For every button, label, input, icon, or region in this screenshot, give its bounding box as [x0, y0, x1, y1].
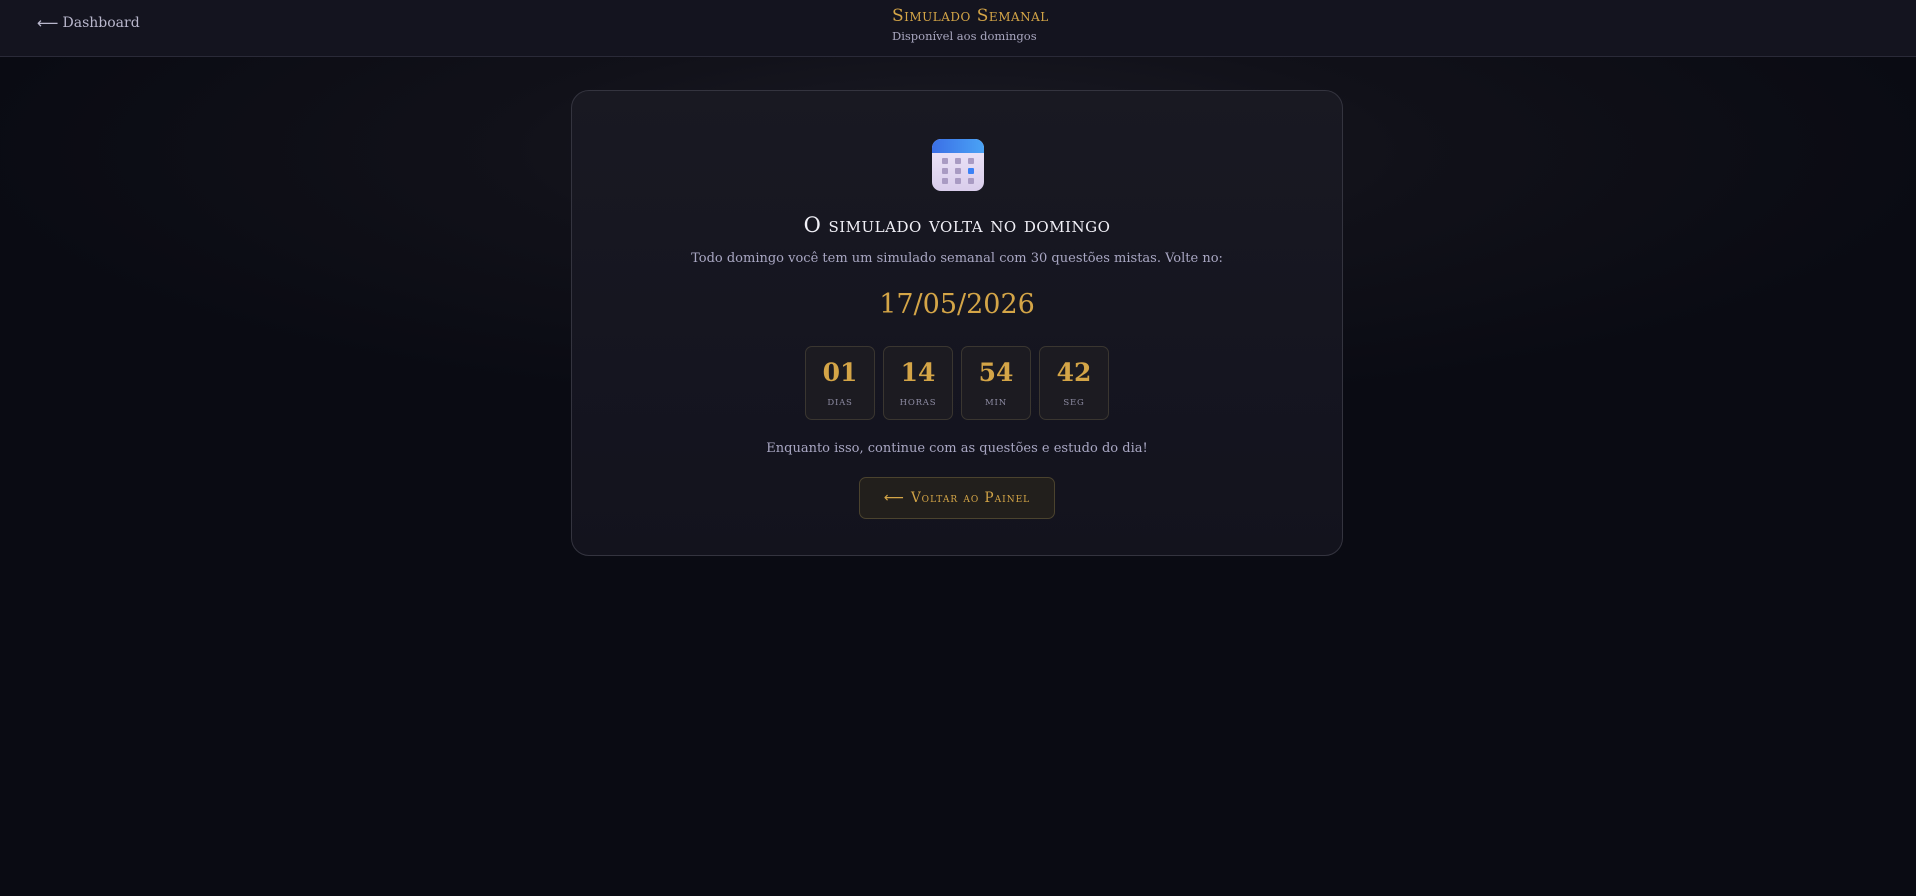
back-to-panel-button[interactable]: ⟵ Voltar ao Painel	[859, 477, 1055, 519]
countdown-hours: 14 HORAS	[883, 346, 953, 420]
header-title-group: Simulado Semanal Disponível aos domingos	[892, 5, 1049, 44]
countdown-seconds: 42 SEG	[1039, 346, 1109, 420]
page-title: Simulado Semanal	[892, 6, 1049, 26]
arrow-left-icon: ⟵	[883, 490, 905, 506]
countdown-label: SEG	[1063, 398, 1085, 408]
card-note: Enquanto isso, continue com as questões …	[766, 441, 1148, 456]
countdown-value: 42	[1056, 358, 1092, 387]
dashboard-back-link[interactable]: ⟵ Dashboard	[37, 14, 140, 32]
next-date: 17/05/2026	[879, 289, 1035, 320]
countdown: 01 DIAS 14 HORAS 54 MIN 42 SEG	[805, 346, 1109, 420]
back-to-panel-label: Voltar ao Painel	[910, 490, 1031, 506]
countdown-minutes: 54 MIN	[961, 346, 1031, 420]
page-subtitle: Disponível aos domingos	[892, 29, 1037, 43]
countdown-label: HORAS	[899, 398, 937, 408]
countdown-value: 01	[822, 358, 858, 387]
simulado-unavailable-card: O simulado volta no domingo Todo domingo…	[571, 90, 1343, 556]
countdown-days: 01 DIAS	[805, 346, 875, 420]
top-bar: ⟵ Dashboard Simulado Semanal Disponível …	[0, 0, 1916, 57]
dashboard-link-label: Dashboard	[62, 15, 140, 31]
card-description: Todo domingo você tem um simulado semana…	[691, 251, 1223, 266]
calendar-icon	[932, 139, 984, 191]
countdown-value: 14	[900, 358, 936, 387]
countdown-value: 54	[978, 358, 1014, 387]
countdown-label: MIN	[985, 398, 1007, 408]
countdown-label: DIAS	[827, 398, 853, 408]
card-title: O simulado volta no domingo	[803, 213, 1111, 237]
arrow-left-icon: ⟵	[37, 14, 59, 32]
